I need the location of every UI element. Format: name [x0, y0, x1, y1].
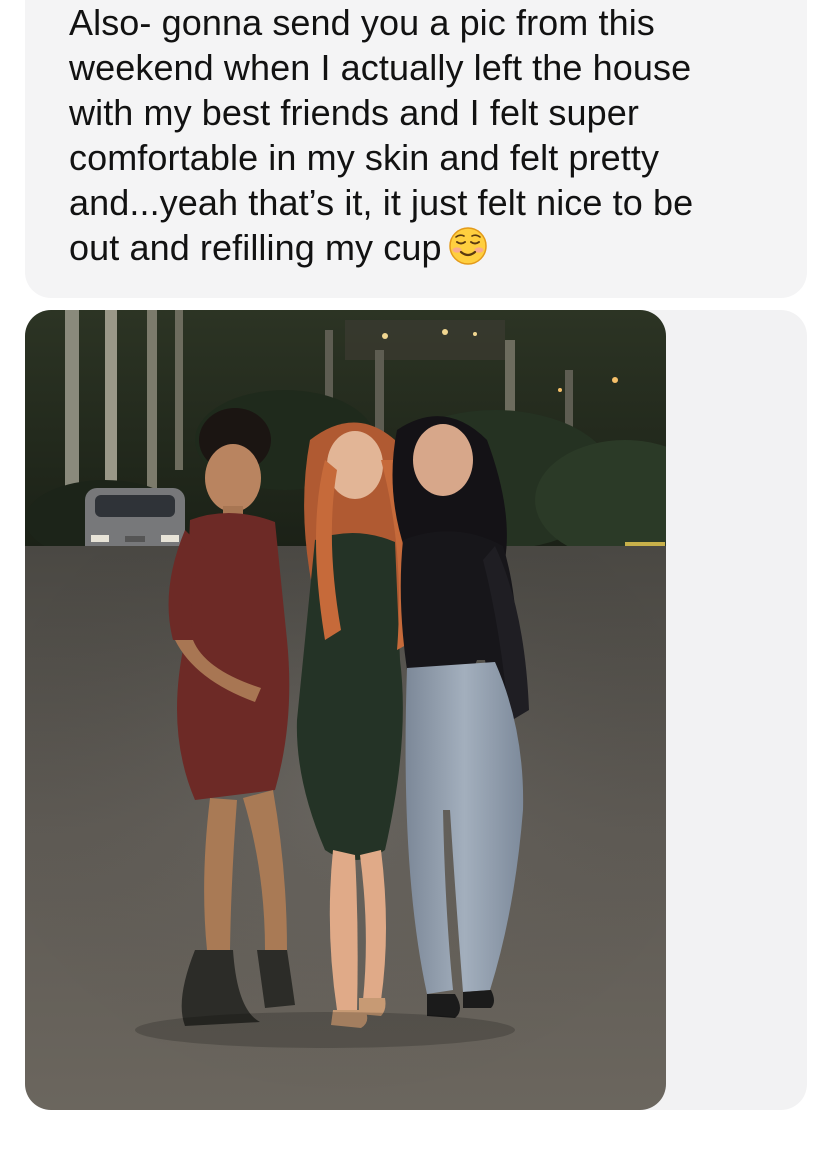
- message-line-2: weekend when I actually left the house: [69, 47, 692, 88]
- message-line-5: and...yeah that’s it, it just felt nice …: [69, 182, 694, 223]
- chat-thread: Also- gonna send you a pic from this wee…: [0, 0, 838, 1154]
- message-line-6: out and refilling my cup: [69, 227, 442, 268]
- smiling-face-icon: [448, 227, 487, 265]
- message-text: Also- gonna send you a pic from this wee…: [69, 0, 783, 270]
- message-line-1: Also- gonna send you a pic from this: [69, 2, 655, 43]
- message-line-4: comfortable in my skin and felt pretty: [69, 137, 660, 178]
- photo-attachment[interactable]: [25, 310, 666, 1110]
- photo-scene: [25, 310, 666, 1110]
- message-bubble[interactable]: Also- gonna send you a pic from this wee…: [25, 0, 807, 298]
- building: [345, 320, 505, 360]
- message-line-3: with my best friends and I felt super: [69, 92, 639, 133]
